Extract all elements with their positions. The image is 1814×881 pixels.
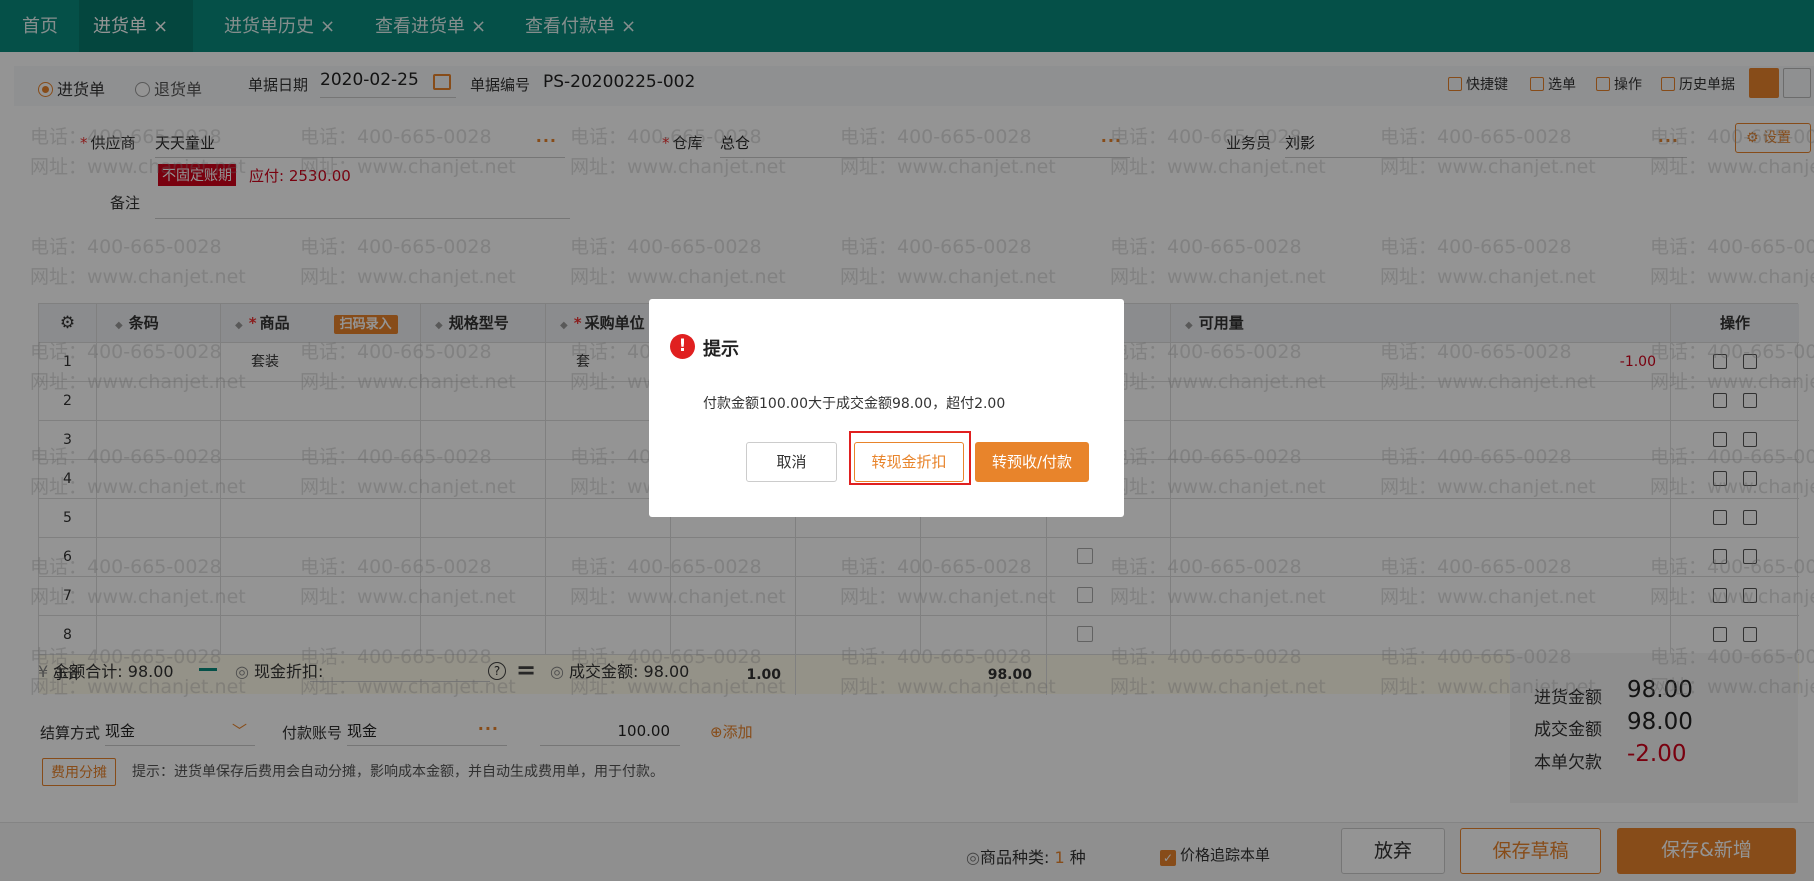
prompt-dialog: ! 提示 付款金额100.00大于成交金额98.00，超付2.00 取消 转现金… <box>649 299 1124 517</box>
dialog-message: 付款金额100.00大于成交金额98.00，超付2.00 <box>703 396 1006 412</box>
cancel-button[interactable]: 取消 <box>746 442 837 482</box>
warning-icon: ! <box>670 334 695 359</box>
dialog-title: 提示 <box>703 339 739 360</box>
to-cash-discount-button[interactable]: 转现金折扣 <box>854 442 964 482</box>
to-prepay-button[interactable]: 转预收/付款 <box>975 442 1089 482</box>
